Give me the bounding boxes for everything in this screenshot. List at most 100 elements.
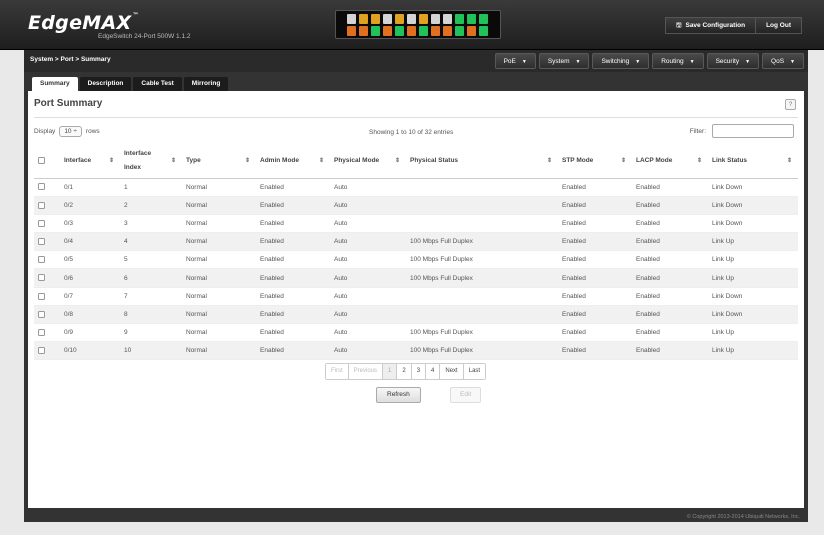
cell-physical-mode: Auto xyxy=(330,323,406,343)
cell-physical-mode: Auto xyxy=(330,196,406,215)
row-select-cell[interactable] xyxy=(34,196,60,215)
sort-icon: ⇕ xyxy=(108,158,114,164)
select-all-header[interactable] xyxy=(34,144,60,179)
cell-interface-index: 7 xyxy=(120,287,182,306)
row-checkbox[interactable] xyxy=(38,238,45,246)
port-led xyxy=(431,26,440,36)
port-led xyxy=(407,14,416,24)
table-row[interactable]: 0/5 5 Normal Enabled Auto 100 Mbps Full Duple… xyxy=(34,250,798,270)
page-4-button[interactable]: 4 xyxy=(426,364,441,379)
row-checkbox[interactable] xyxy=(38,310,45,318)
caret-down-icon: ▼ xyxy=(521,59,527,65)
tab-description[interactable]: Description xyxy=(79,77,132,91)
column-header-type[interactable]: Type ⇕ xyxy=(182,144,256,179)
menu-security[interactable]: Security ▼ xyxy=(706,53,760,69)
table-row[interactable]: 0/4 4 Normal Enabled Auto 100 Mbps Full Duple… xyxy=(34,232,798,252)
row-checkbox[interactable] xyxy=(38,183,45,191)
caret-down-icon: ▼ xyxy=(745,59,751,65)
row-checkbox[interactable] xyxy=(38,328,45,336)
row-checkbox[interactable] xyxy=(38,219,45,227)
page-last-button[interactable]: Last xyxy=(463,364,486,379)
port-led xyxy=(467,26,476,36)
cell-lacp-mode: Enabled xyxy=(632,323,708,343)
column-header-link-status[interactable]: Link Status ⇕ xyxy=(708,144,798,179)
table-row[interactable]: 0/3 3 Normal Enabled Auto Enabled Enabled Link … xyxy=(34,214,798,234)
menu-qos[interactable]: QoS ▼ xyxy=(762,53,804,69)
cell-interface: 0/10 xyxy=(60,341,120,361)
port-led xyxy=(479,26,488,36)
cell-lacp-mode: Enabled xyxy=(632,214,708,234)
cell-interface-index: 6 xyxy=(120,268,182,288)
table-row[interactable]: 0/1 1 Normal Enabled Auto Enabled Enabled Link … xyxy=(34,178,798,197)
column-header-admin-mode[interactable]: Admin Mode ⇕ xyxy=(256,144,330,179)
cell-admin-mode: Enabled xyxy=(256,232,330,252)
row-select-cell[interactable] xyxy=(34,250,60,270)
cell-lacp-mode: Enabled xyxy=(632,250,708,270)
row-select-cell[interactable] xyxy=(34,268,60,288)
cell-interface: 0/5 xyxy=(60,250,120,270)
row-checkbox[interactable] xyxy=(38,292,45,300)
cell-lacp-mode: Enabled xyxy=(632,232,708,252)
port-led xyxy=(371,14,380,24)
tab-summary[interactable]: Summary xyxy=(32,77,78,91)
table-row[interactable]: 0/6 6 Normal Enabled Auto 100 Mbps Full Duple… xyxy=(34,268,798,288)
column-header-stp-mode[interactable]: STP Mode ⇕ xyxy=(558,144,632,179)
table-row[interactable]: 0/10 10 Normal Enabled Auto 100 Mbps Full Dup… xyxy=(34,341,798,361)
row-checkbox[interactable] xyxy=(38,201,45,209)
save-icon: 🖫 xyxy=(675,22,682,29)
cell-interface-index: 10 xyxy=(120,341,182,361)
device-model: EdgeSwitch 24-Port 500W 1.1.2 xyxy=(98,33,191,40)
menu-switching[interactable]: Switching ▼ xyxy=(592,53,650,69)
filter-input[interactable] xyxy=(712,124,794,138)
save-configuration-button[interactable]: 🖫 Save Configuration xyxy=(664,17,757,34)
caret-down-icon: ▼ xyxy=(790,59,795,65)
row-select-cell[interactable] xyxy=(34,232,60,252)
sort-icon: ⇕ xyxy=(546,158,552,164)
row-select-cell[interactable] xyxy=(34,305,60,325)
port-led xyxy=(383,14,392,24)
table-row[interactable]: 0/8 8 Normal Enabled Auto Enabled Enabled Link … xyxy=(34,305,798,325)
edit-button[interactable]: Edit xyxy=(450,387,482,403)
row-checkbox[interactable] xyxy=(38,274,45,282)
table-row[interactable]: 0/2 2 Normal Enabled Auto Enabled Enabled Link … xyxy=(34,196,798,215)
row-select-cell[interactable] xyxy=(34,214,60,234)
menu-routing[interactable]: Routing ▼ xyxy=(652,53,704,69)
page-next-button[interactable]: Next xyxy=(440,364,464,379)
cell-physical-mode: Auto xyxy=(330,287,406,306)
page-1-button: 1 xyxy=(383,364,398,379)
row-select-cell[interactable] xyxy=(34,341,60,361)
table-row[interactable]: 0/9 9 Normal Enabled Auto 100 Mbps Full Duple… xyxy=(34,323,798,343)
cell-interface: 0/6 xyxy=(60,268,120,288)
rows-per-page-select[interactable]: 10 ÷ xyxy=(59,126,82,137)
page-2-button[interactable]: 2 xyxy=(397,364,412,379)
row-checkbox[interactable] xyxy=(38,256,45,264)
help-button[interactable]: ? xyxy=(785,99,796,110)
refresh-button[interactable]: Refresh xyxy=(376,387,421,403)
row-select-cell[interactable] xyxy=(34,287,60,306)
tab-mirroring[interactable]: Mirroring xyxy=(183,77,229,91)
row-select-cell[interactable] xyxy=(34,323,60,343)
column-header-interface[interactable]: Interface ⇕ xyxy=(60,144,120,179)
column-header-physical-mode[interactable]: Physical Mode ⇕ xyxy=(330,144,406,179)
menu-poe[interactable]: PoE ▼ xyxy=(494,53,536,69)
cell-lacp-mode: Enabled xyxy=(632,341,708,361)
column-header-lacp-mode[interactable]: LACP Mode ⇕ xyxy=(632,144,708,179)
top-actions: 🖫 Save Configuration Log Out xyxy=(664,17,802,34)
column-header-physical-status[interactable]: Physical Status ⇕ xyxy=(406,144,558,179)
log-out-button[interactable]: Log Out xyxy=(756,17,802,34)
page-3-button[interactable]: 3 xyxy=(411,364,427,379)
filter-label: Filter: xyxy=(689,127,706,135)
table-row[interactable]: 0/7 7 Normal Enabled Auto Enabled Enabled Link … xyxy=(34,287,798,306)
cell-stp-mode: Enabled xyxy=(558,341,632,361)
menu-system[interactable]: System ▼ xyxy=(538,53,590,69)
row-select-cell[interactable] xyxy=(34,178,60,197)
tab-cable-test[interactable]: Cable Test xyxy=(133,77,182,91)
cell-admin-mode: Enabled xyxy=(256,268,330,288)
cell-link-status: Link Up xyxy=(708,250,798,270)
cell-interface-index: 5 xyxy=(120,250,182,270)
row-checkbox[interactable] xyxy=(38,347,45,355)
port-led xyxy=(419,14,428,24)
select-all-checkbox[interactable] xyxy=(38,157,45,165)
cell-link-status: Link Down xyxy=(708,196,798,215)
column-header-interface-index[interactable]: Interface Index ⇕ xyxy=(120,144,182,179)
